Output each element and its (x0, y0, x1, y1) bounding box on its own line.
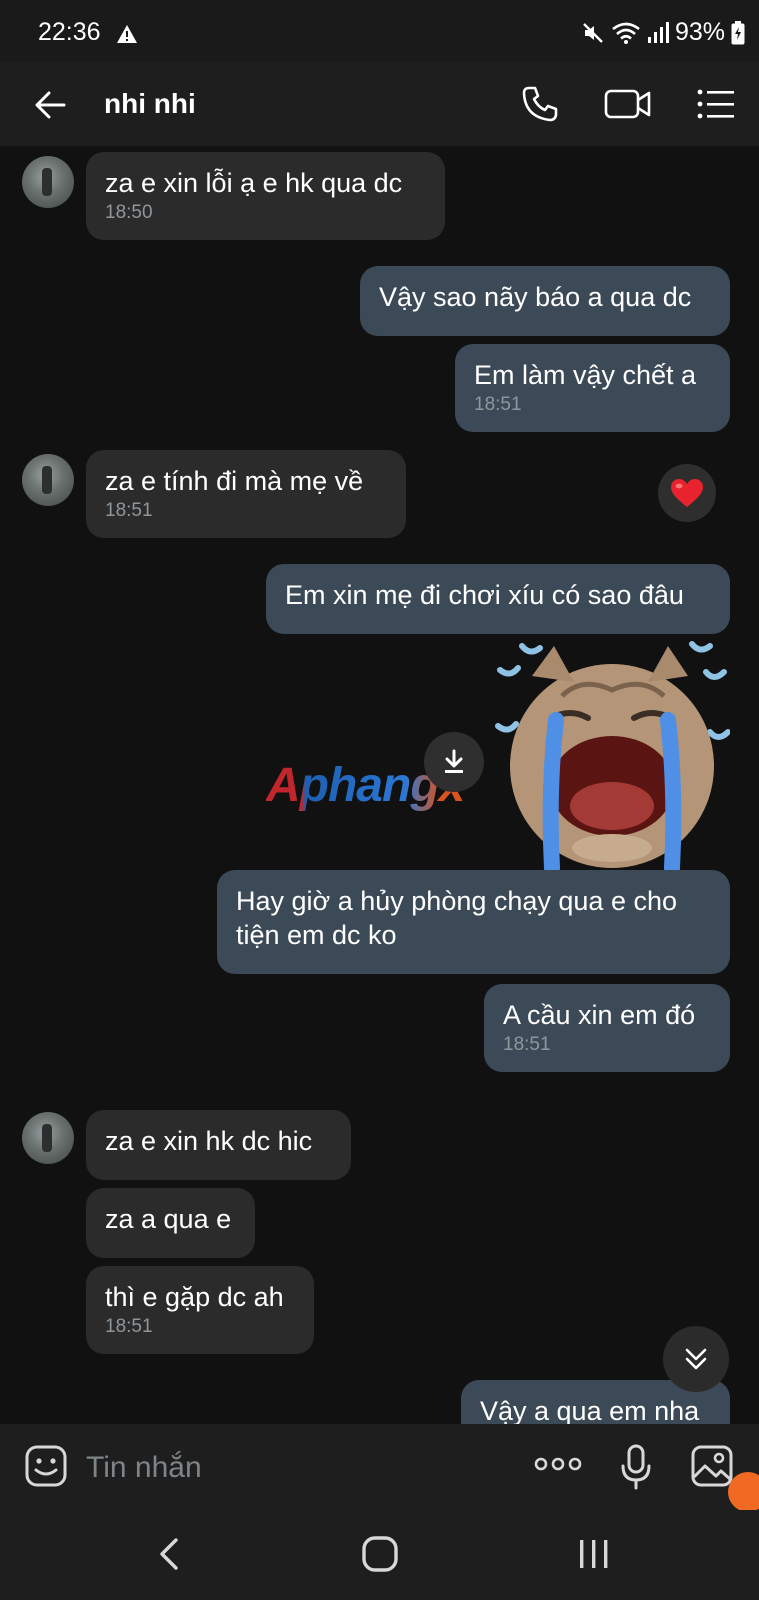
status-bar: 22:36 93% (0, 0, 759, 62)
message-text: za a qua e (105, 1204, 232, 1234)
gallery-icon[interactable] (690, 1444, 734, 1493)
message-composer (0, 1424, 759, 1512)
sticker-icon[interactable] (24, 1444, 68, 1493)
outgoing-message[interactable]: Hay giờ a hủy phòng chạy qua e cho tiện … (217, 870, 730, 974)
incoming-message[interactable]: thì e gặp dc ah 18:51 (86, 1266, 314, 1354)
contact-avatar[interactable] (22, 454, 74, 506)
battery-icon (731, 20, 745, 45)
message-text: Em làm vậy chết a (474, 360, 697, 390)
microphone-icon[interactable] (620, 1444, 652, 1495)
menu-list-icon[interactable] (696, 84, 736, 129)
message-text: A cầu xin em đó (503, 1000, 696, 1030)
message-time: 18:51 (474, 394, 522, 415)
message-time: 18:50 (105, 202, 153, 223)
message-list[interactable]: za e xin lỗi ạ e hk qua dc 18:50 Vậy sao… (0, 146, 759, 1424)
message-text: Hay giờ a hủy phòng chạy qua e cho tiện … (236, 886, 678, 950)
voice-call-icon[interactable] (520, 84, 560, 129)
message-time: 18:51 (105, 1316, 153, 1337)
mute-icon (581, 21, 605, 45)
signal-icon (647, 21, 669, 44)
video-call-icon[interactable] (604, 84, 652, 129)
outgoing-message[interactable]: Vậy sao nãy báo a qua dc (360, 266, 730, 336)
warning-icon (116, 24, 138, 49)
incoming-message[interactable]: za e tính đi mà mẹ về 18:51 (86, 450, 406, 538)
battery-percent: 93% (674, 18, 725, 46)
outgoing-message[interactable]: Em xin mẹ đi chơi xíu có sao đâu (266, 564, 730, 634)
system-nav-bar (0, 1510, 759, 1600)
message-time: 18:51 (105, 500, 153, 521)
back-arrow-icon[interactable] (30, 84, 72, 126)
message-text: Em xin mẹ đi chơi xíu có sao đâu (285, 580, 684, 610)
contact-name[interactable]: nhi nhi (104, 88, 196, 120)
message-time: 18:51 (503, 1034, 551, 1055)
heart-reaction-icon[interactable] (658, 464, 716, 522)
message-text: thì e gặp dc ah (105, 1282, 284, 1312)
nav-home-icon[interactable] (360, 1534, 400, 1579)
more-options-icon[interactable] (534, 1456, 582, 1477)
outgoing-message[interactable]: Em làm vậy chết a 18:51 (455, 344, 730, 432)
scroll-down-icon[interactable] (663, 1326, 729, 1392)
message-text: Vậy sao nãy báo a qua dc (379, 282, 692, 312)
contact-avatar[interactable] (22, 156, 74, 208)
message-text: za e xin lỗi ạ e hk qua dc (105, 168, 403, 198)
chat-header: nhi nhi (0, 62, 759, 146)
wifi-icon (611, 21, 641, 45)
floating-badge-icon[interactable] (728, 1472, 759, 1512)
status-time: 22:36 (38, 18, 101, 46)
contact-avatar[interactable] (22, 1112, 74, 1164)
incoming-message[interactable]: za a qua e (86, 1188, 255, 1258)
nav-recents-icon[interactable] (574, 1534, 614, 1579)
incoming-message[interactable]: za e xin lỗi ạ e hk qua dc 18:50 (86, 152, 445, 240)
message-text: Vậy a qua em nha (480, 1396, 700, 1424)
nav-back-icon[interactable] (150, 1534, 190, 1579)
message-text: za e tính đi mà mẹ về (105, 466, 364, 496)
message-input[interactable] (84, 1442, 488, 1494)
message-text: za e xin hk dc hic (105, 1126, 313, 1156)
download-icon[interactable] (424, 732, 484, 792)
crying-cat-sticker[interactable] (492, 636, 731, 876)
outgoing-message[interactable]: A cầu xin em đó 18:51 (484, 984, 730, 1072)
incoming-message[interactable]: za e xin hk dc hic (86, 1110, 351, 1180)
